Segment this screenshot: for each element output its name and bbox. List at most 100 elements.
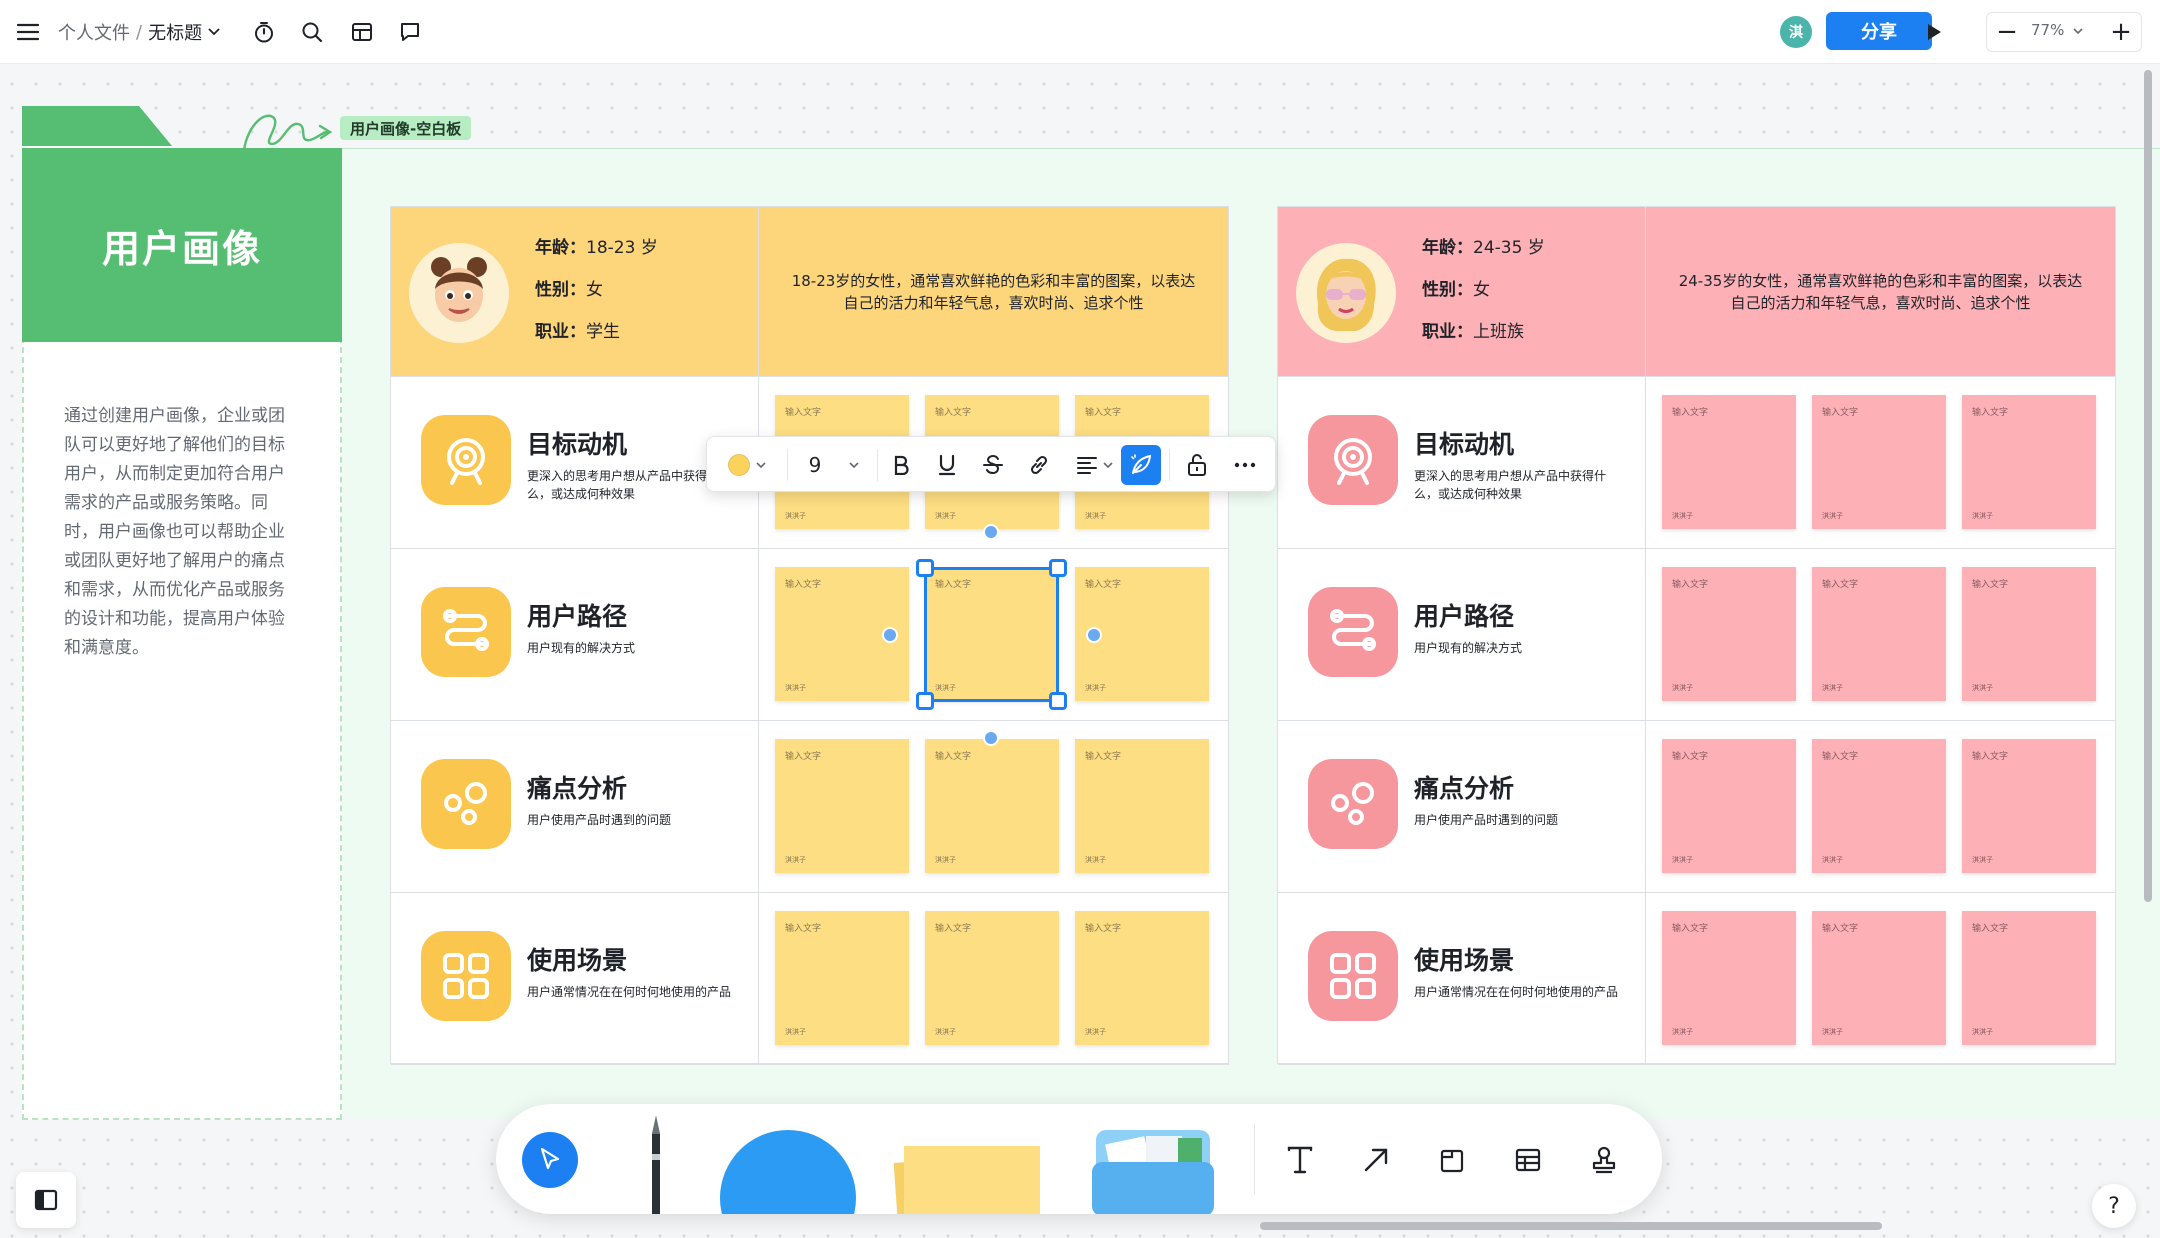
sticky-note[interactable]: 输入文字 淇淇子: [1662, 911, 1796, 1045]
sticky-author: 淇淇子: [935, 512, 956, 520]
job-value: 上班族: [1473, 322, 1524, 342]
resize-handle-top-left[interactable]: [916, 559, 934, 577]
zoom-level[interactable]: 77%: [2031, 21, 2083, 39]
zoom-out-button[interactable]: −: [1987, 13, 2027, 51]
link-icon[interactable]: [1019, 445, 1059, 485]
breadcrumb-parent[interactable]: 个人文件: [58, 19, 130, 45]
present-play-icon[interactable]: [1914, 12, 1954, 52]
ai-leaf-icon[interactable]: [1121, 445, 1161, 485]
sticky-area: 输入文字 淇淇子 输入文字 淇淇子 输入文字 淇淇子: [1646, 377, 2116, 549]
sticky-placeholder: 输入文字: [1822, 752, 1859, 762]
sticky-area: 输入文字 淇淇子 输入文字 淇淇子 输入文字 淇淇子: [759, 893, 1229, 1065]
stamp-tool-icon[interactable]: [1582, 1138, 1626, 1182]
user-avatar[interactable]: 淇: [1780, 16, 1812, 48]
comment-icon[interactable]: [390, 12, 430, 52]
text-tool-icon[interactable]: [1278, 1138, 1322, 1182]
underline-icon[interactable]: [927, 445, 967, 485]
top-bar: 个人文件 / 无标题 淇 分享 − 77% +: [0, 0, 2160, 64]
pen-tool-icon[interactable]: [636, 1114, 676, 1214]
connector-point-bottom[interactable]: [983, 730, 999, 746]
dimension-title: 使用场景: [527, 946, 628, 975]
resize-handle-bottom-left[interactable]: [916, 692, 934, 710]
sticky-area: 输入文字 淇淇子 输入文字 淇淇子 输入文字 淇淇子: [1646, 549, 2116, 721]
sticky-placeholder: 输入文字: [1972, 580, 2009, 590]
dimension-row: 使用场景 用户通常情况在在何时何地使用的产品: [391, 893, 759, 1065]
horizontal-scrollbar[interactable]: [1260, 1222, 1882, 1230]
selection-box[interactable]: [924, 567, 1059, 702]
intro-panel-header: 用户画像: [22, 148, 342, 342]
sticky-author: 淇淇子: [1972, 684, 1993, 692]
sticky-placeholder: 输入文字: [785, 924, 822, 934]
dimension-title: 痛点分析: [1414, 774, 1515, 803]
dimension-row: 用户路径 用户现有的解决方式: [391, 549, 759, 721]
sticky-note[interactable]: 输入文字 淇淇子: [1962, 567, 2096, 701]
fill-color-picker[interactable]: [719, 445, 775, 485]
sticky-note[interactable]: 输入文字 淇淇子: [1075, 911, 1209, 1045]
bubbles-icon: [1308, 759, 1398, 849]
sticky-note[interactable]: 输入文字 淇淇子: [1662, 395, 1796, 529]
sticky-placeholder: 输入文字: [1972, 408, 2009, 418]
template-icon[interactable]: [342, 12, 382, 52]
help-button[interactable]: ?: [2092, 1184, 2136, 1228]
breadcrumb-separator: /: [136, 21, 143, 43]
persona-description: 24-35岁的女性，通常喜欢鲜艳的色彩和丰富的图案，以表达自己的活力和年轻气息，…: [1646, 207, 2116, 377]
arrow-connector-icon[interactable]: [1354, 1138, 1398, 1182]
table-tool-icon[interactable]: [1506, 1138, 1550, 1182]
sticky-author: 淇淇子: [1672, 856, 1693, 864]
job-label: 职业：: [1422, 322, 1473, 342]
sticky-note[interactable]: 输入文字 淇淇子: [1075, 739, 1209, 873]
sticky-note[interactable]: 输入文字 淇淇子: [1812, 567, 1946, 701]
timer-icon[interactable]: [244, 12, 284, 52]
sticky-note[interactable]: 输入文字 淇淇子: [775, 911, 909, 1045]
zoom-in-button[interactable]: +: [2101, 13, 2141, 51]
unlock-icon[interactable]: [1177, 445, 1217, 485]
sticky-note[interactable]: 输入文字 淇淇子: [1962, 911, 2096, 1045]
persona-description: 18-23岁的女性，通常喜欢鲜艳的色彩和丰富的图案，以表达自己的活力和年轻气息，…: [759, 207, 1229, 377]
sticky-note[interactable]: 输入文字 淇淇子: [1812, 739, 1946, 873]
align-icon[interactable]: [1067, 445, 1123, 485]
frame-label[interactable]: 用户画像-空白板: [340, 116, 472, 140]
more-icon[interactable]: [1225, 445, 1265, 485]
search-icon[interactable]: [292, 12, 332, 52]
sticky-author: 淇淇子: [785, 856, 806, 864]
sticky-note[interactable]: 输入文字 淇淇子: [1812, 395, 1946, 529]
menu-icon[interactable]: [8, 12, 48, 52]
sticky-note[interactable]: 输入文字 淇淇子: [1662, 567, 1796, 701]
sticky-note[interactable]: 输入文字 淇淇子: [1962, 739, 2096, 873]
sticky-note[interactable]: 输入文字 淇淇子: [775, 739, 909, 873]
chevron-down-icon[interactable]: [208, 28, 220, 36]
vertical-scrollbar[interactable]: [2144, 70, 2152, 902]
resize-handle-top-right[interactable]: [1049, 559, 1067, 577]
sticky-note[interactable]: 输入文字 淇淇子: [925, 739, 1059, 873]
font-size-select[interactable]: 9: [799, 445, 869, 485]
sticky-placeholder: 输入文字: [935, 408, 972, 418]
dimension-row: 用户路径 用户现有的解决方式: [1278, 549, 1646, 721]
sticky-placeholder: 输入文字: [1822, 580, 1859, 590]
document-title[interactable]: 无标题: [148, 19, 202, 45]
strikethrough-icon[interactable]: [973, 445, 1013, 485]
frame-tool-icon[interactable]: [1430, 1138, 1474, 1182]
bold-icon[interactable]: [881, 445, 921, 485]
gender-value: 女: [586, 280, 603, 300]
sticky-note[interactable]: 输入文字 淇淇子: [1662, 739, 1796, 873]
gender-label: 性别：: [535, 280, 586, 300]
sticky-author: 淇淇子: [935, 1028, 956, 1036]
connector-point-right[interactable]: [1086, 627, 1102, 643]
media-folder-icon[interactable]: [1088, 1126, 1218, 1214]
resize-handle-bottom-right[interactable]: [1049, 692, 1067, 710]
shape-tool-icon[interactable]: [720, 1130, 856, 1214]
sticky-author: 淇淇子: [1972, 856, 1993, 864]
job-value: 学生: [586, 322, 620, 342]
sticky-author: 淇淇子: [1822, 1028, 1843, 1036]
sticky-note[interactable]: 输入文字 淇淇子: [1962, 395, 2096, 529]
connector-point-top[interactable]: [983, 524, 999, 540]
sticky-note-tool-icon[interactable]: [886, 1124, 1046, 1214]
select-tool-cursor-icon[interactable]: [522, 1132, 578, 1188]
sidebar-toggle-icon[interactable]: [16, 1172, 76, 1228]
doodle-arrow-icon: [242, 114, 333, 152]
connector-point-left[interactable]: [882, 627, 898, 643]
bubbles-icon: [421, 759, 511, 849]
dimension-row: 目标动机 更深入的思考用户想从产品中获得什么，或达成何种效果: [1278, 377, 1646, 549]
sticky-note[interactable]: 输入文字 淇淇子: [1812, 911, 1946, 1045]
sticky-note[interactable]: 输入文字 淇淇子: [925, 911, 1059, 1045]
